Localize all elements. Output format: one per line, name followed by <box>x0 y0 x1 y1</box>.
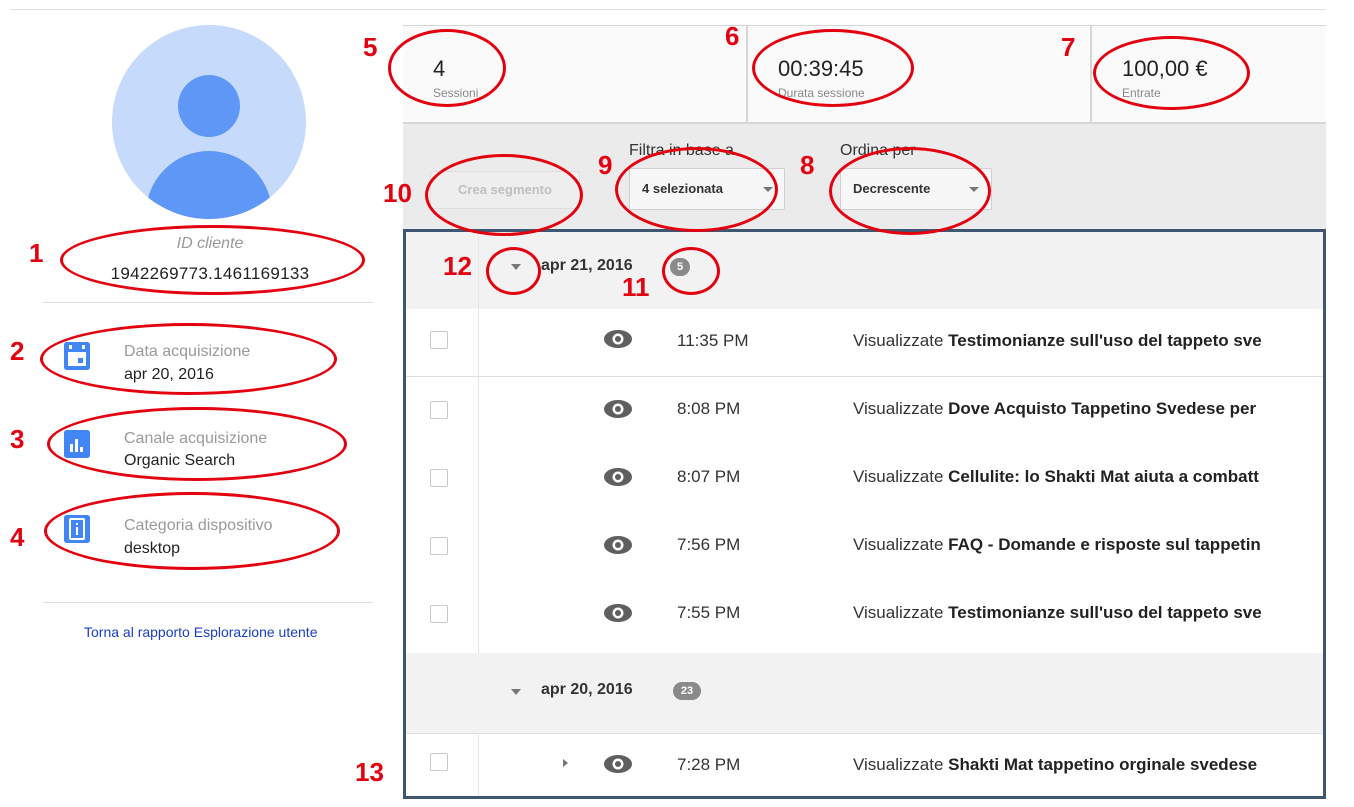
activity-time: 7:55 PM <box>677 603 741 622</box>
annotation-ellipse-filter <box>615 147 778 232</box>
activity-row[interactable]: 11:35 PM Visualizzate Testimonianze sull… <box>403 309 1326 377</box>
annotation-ellipse-sort <box>829 147 991 235</box>
activity-time: 11:35 PM <box>677 331 749 350</box>
row-checkbox[interactable] <box>430 331 448 349</box>
row-checkbox[interactable] <box>430 753 448 771</box>
activity-description[interactable]: Visualizzate FAQ - Domande e risposte su… <box>853 535 1326 555</box>
activity-row[interactable]: 8:07 PM Visualizzate Cellulite: lo Shakt… <box>403 443 1326 511</box>
top-divider <box>10 9 1326 10</box>
activity-prefix: Visualizzate <box>853 535 944 554</box>
back-to-user-explorer-link[interactable]: Torna al rapporto Esplorazione utente <box>84 624 317 640</box>
annotation-number: 2 <box>10 336 25 366</box>
activity-time: 7:28 PM <box>677 755 741 774</box>
activity-time: 7:56 PM <box>677 535 741 554</box>
annotation-number: 7 <box>1061 32 1076 62</box>
activity-prefix: Visualizzate <box>853 467 944 486</box>
date-group-label: apr 21, 2016 <box>541 257 633 274</box>
activity-description[interactable]: Visualizzate Testimonianze sull'uso del … <box>853 331 1326 351</box>
annotation-ellipse-sessions <box>388 29 506 107</box>
eye-icon <box>604 468 632 486</box>
annotation-number: 13 <box>355 757 384 787</box>
date-group-label: apr 20, 2016 <box>541 681 633 698</box>
eye-icon <box>604 400 632 418</box>
activity-title: Dove Acquisto Tappetino Svedese per <box>948 399 1257 418</box>
row-checkbox[interactable] <box>430 401 448 419</box>
annotation-ellipse-create-segment <box>425 154 583 236</box>
eye-icon <box>604 330 632 348</box>
expand-caret-icon[interactable] <box>563 759 568 767</box>
activity-row[interactable]: 8:08 PM Visualizzate Dove Acquisto Tappe… <box>403 375 1326 443</box>
activity-time: 8:08 PM <box>677 399 741 418</box>
annotation-number: 12 <box>443 251 472 281</box>
activity-title: Cellulite: lo Shakti Mat aiuta a combatt <box>948 467 1259 486</box>
eye-icon <box>604 536 632 554</box>
activity-prefix: Visualizzate <box>853 399 944 418</box>
collapse-caret-icon[interactable] <box>511 689 521 695</box>
annotation-ellipse-revenue <box>1093 36 1250 110</box>
annotation-number: 3 <box>10 424 25 454</box>
annotation-number: 1 <box>29 238 44 268</box>
annotation-number: 8 <box>800 150 815 180</box>
annotation-number: 9 <box>598 150 613 180</box>
activity-description[interactable]: Visualizzate Cellulite: lo Shakti Mat ai… <box>853 467 1326 487</box>
profile-bottom-divider <box>43 602 373 603</box>
eye-icon <box>604 604 632 622</box>
activity-title: Testimonianze sull'uso del tappeto sve <box>948 603 1262 622</box>
annotation-ellipse-client-id <box>60 225 365 295</box>
annotation-ellipse-device-category <box>44 492 340 570</box>
annotation-ellipse-count <box>662 247 720 295</box>
annotation-number: 5 <box>363 32 378 62</box>
activity-description[interactable]: Visualizzate Shakti Mat tappetino orgina… <box>853 755 1326 775</box>
activity-title: Testimonianze sull'uso del tappeto sve <box>948 331 1262 350</box>
activity-row[interactable]: 7:56 PM Visualizzate FAQ - Domande e ris… <box>403 511 1326 579</box>
annotation-ellipse-acquisition-channel <box>47 407 347 481</box>
activity-prefix: Visualizzate <box>853 331 944 350</box>
activity-prefix: Visualizzate <box>853 755 944 774</box>
activity-row[interactable]: 7:28 PM Visualizzate Shakti Mat tappetin… <box>403 735 1326 799</box>
activity-row[interactable]: 7:55 PM Visualizzate Testimonianze sull'… <box>403 579 1326 647</box>
row-checkbox[interactable] <box>430 605 448 623</box>
activity-description[interactable]: Visualizzate Testimonianze sull'uso del … <box>853 603 1326 623</box>
annotation-number: 11 <box>622 272 650 302</box>
activity-time: 8:07 PM <box>677 467 741 486</box>
activity-title: FAQ - Domande e risposte sul tappetin <box>948 535 1261 554</box>
row-checkbox[interactable] <box>430 537 448 555</box>
avatar-body <box>146 151 272 219</box>
activity-description[interactable]: Visualizzate Dove Acquisto Tappetino Sve… <box>853 399 1326 419</box>
annotation-number: 10 <box>383 178 412 208</box>
annotation-ellipse-duration <box>752 29 914 107</box>
activity-list: apr 21, 2016 5 11:35 PM Visualizzate Tes… <box>403 229 1326 799</box>
annotation-ellipse-caret <box>486 247 541 295</box>
annotation-number: 4 <box>10 522 25 552</box>
row-checkbox[interactable] <box>430 469 448 487</box>
row-divider <box>403 733 1326 734</box>
annotation-ellipse-acquisition-date <box>40 323 337 395</box>
activity-title: Shakti Mat tappetino orginale svedese <box>948 755 1258 774</box>
avatar <box>112 25 306 219</box>
avatar-head <box>178 75 240 137</box>
profile-divider <box>43 302 373 303</box>
eye-icon <box>604 755 632 773</box>
date-group-header: apr 21, 2016 5 <box>403 229 1326 309</box>
activity-prefix: Visualizzate <box>853 603 944 622</box>
date-group-header: apr 20, 2016 23 <box>403 653 1326 733</box>
annotation-number: 6 <box>725 21 740 51</box>
count-badge: 23 <box>673 682 701 700</box>
